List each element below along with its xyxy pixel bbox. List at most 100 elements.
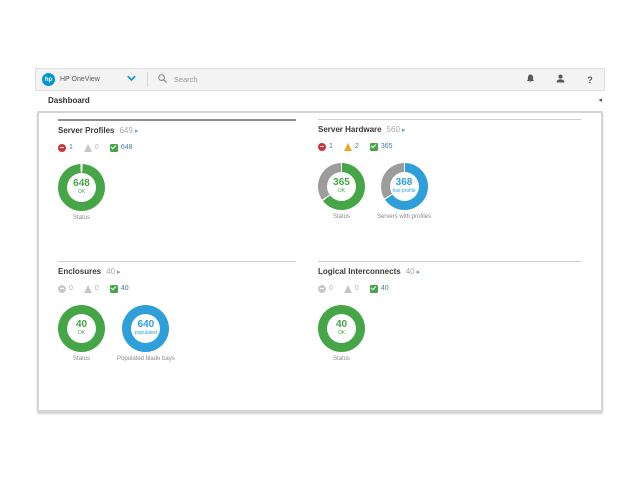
donut-center: 368 has profile bbox=[381, 163, 428, 210]
servers-with-profiles-donut[interactable]: 368 has profile bbox=[381, 163, 428, 210]
warning-count[interactable]: 0 bbox=[84, 285, 99, 293]
status-donut-block: 40 OK Status bbox=[318, 305, 365, 362]
donut-caption: Servers with profiles bbox=[377, 214, 431, 220]
dashboard-content: Server Profiles 649 ▸ 1 0 648 bbox=[37, 111, 603, 412]
donut-value: 365 bbox=[333, 178, 350, 188]
ok-count-label: 40 bbox=[121, 285, 129, 292]
search-area bbox=[157, 71, 506, 89]
panel-divider bbox=[318, 119, 581, 120]
donut-caption: Populated blade bays bbox=[117, 356, 175, 362]
ok-count[interactable]: 648 bbox=[110, 144, 133, 152]
search-input[interactable] bbox=[172, 74, 376, 85]
main-menu-button[interactable] bbox=[126, 71, 137, 89]
status-summary: 0 0 40 bbox=[58, 284, 296, 293]
ok-icon bbox=[370, 285, 378, 293]
critical-count-label: 0 bbox=[69, 285, 73, 292]
status-summary: 1 0 648 bbox=[58, 143, 296, 152]
critical-icon bbox=[318, 285, 326, 293]
collapse-panel-icon[interactable]: ◂ bbox=[598, 97, 602, 104]
panel-title: Enclosures bbox=[58, 267, 101, 276]
donut-caption: Status bbox=[333, 214, 350, 220]
panel-count: 40 bbox=[106, 267, 115, 276]
enclosures-link[interactable]: Enclosures 40 ▸ bbox=[58, 267, 296, 276]
status-summary: 1 2 365 bbox=[318, 142, 581, 151]
critical-count-label: 1 bbox=[69, 144, 73, 151]
help-icon: ? bbox=[587, 75, 593, 85]
warning-count[interactable]: 0 bbox=[344, 285, 359, 293]
donut-caption: Status bbox=[73, 215, 90, 221]
search-icon bbox=[157, 71, 168, 89]
critical-count[interactable]: 1 bbox=[318, 143, 333, 151]
populated-blade-bays-donut[interactable]: 640 populated bbox=[122, 305, 169, 352]
user-session-button[interactable] bbox=[554, 74, 566, 86]
donut-sublabel: OK bbox=[78, 189, 85, 196]
ok-count-label: 40 bbox=[381, 285, 389, 292]
critical-icon bbox=[58, 144, 66, 152]
donut-row: 40 OK Status 640 populated bbox=[58, 305, 296, 362]
ok-icon bbox=[110, 285, 118, 293]
critical-count[interactable]: 0 bbox=[58, 285, 73, 293]
panel-logical-interconnects: Logical Interconnects 40 ▸ 0 0 4 bbox=[318, 261, 581, 403]
ok-count[interactable]: 365 bbox=[370, 143, 393, 151]
warning-icon bbox=[344, 285, 352, 293]
critical-icon bbox=[58, 285, 66, 293]
warning-count[interactable]: 2 bbox=[344, 143, 359, 151]
ok-icon bbox=[110, 144, 118, 152]
status-donut[interactable]: 365 OK bbox=[318, 163, 365, 210]
topbar-divider bbox=[147, 72, 148, 87]
panel-count: 649 bbox=[119, 126, 132, 135]
user-icon bbox=[555, 71, 566, 89]
critical-icon bbox=[318, 143, 326, 151]
ok-count[interactable]: 40 bbox=[110, 285, 129, 293]
status-donut-block: 40 OK Status bbox=[58, 305, 105, 362]
donut-value: 40 bbox=[76, 320, 87, 330]
status-summary: 0 0 40 bbox=[318, 284, 581, 293]
logical-interconnects-link[interactable]: Logical Interconnects 40 ▸ bbox=[318, 267, 581, 276]
warning-count-label: 0 bbox=[95, 144, 99, 151]
donut-sublabel: OK bbox=[338, 330, 345, 337]
page-header: Dashboard ◂ bbox=[35, 91, 605, 110]
notifications-button[interactable] bbox=[524, 74, 536, 86]
help-button[interactable]: ? bbox=[584, 74, 596, 86]
ok-count-label: 365 bbox=[381, 143, 393, 150]
donut-center: 640 populated bbox=[122, 305, 169, 352]
panel-count: 560 bbox=[387, 125, 400, 134]
chevron-right-icon: ▸ bbox=[117, 268, 121, 276]
donut-row: 365 OK Status 368 has profile bbox=[318, 163, 581, 220]
chevron-right-icon: ▸ bbox=[402, 126, 406, 134]
donut-center: 648 OK bbox=[58, 164, 105, 211]
status-donut[interactable]: 648 OK bbox=[58, 164, 105, 211]
critical-count[interactable]: 1 bbox=[58, 144, 73, 152]
panel-title: Server Profiles bbox=[58, 126, 114, 135]
donut-caption: Status bbox=[333, 356, 350, 362]
donut-center: 365 OK bbox=[318, 163, 365, 210]
panel-title: Server Hardware bbox=[318, 125, 382, 134]
warning-icon bbox=[344, 143, 352, 151]
warning-count[interactable]: 0 bbox=[84, 144, 99, 152]
hp-logo-icon: hp bbox=[42, 73, 55, 86]
status-donut[interactable]: 40 OK bbox=[318, 305, 365, 352]
donut-sublabel: has profile bbox=[392, 188, 415, 195]
server-profiles-link[interactable]: Server Profiles 649 ▸ bbox=[58, 126, 296, 135]
server-hardware-link[interactable]: Server Hardware 560 ▸ bbox=[318, 125, 581, 134]
ok-icon bbox=[370, 143, 378, 151]
brand-label: HP OneView bbox=[60, 76, 100, 83]
donut-row: 40 OK Status bbox=[318, 305, 581, 362]
chevron-right-icon: ▸ bbox=[135, 127, 139, 135]
top-navigation-bar: hp HP OneView ? bbox=[35, 68, 605, 91]
panel-enclosures: Enclosures 40 ▸ 0 0 40 bbox=[58, 261, 296, 403]
status-donut-block: 648 OK Status bbox=[58, 164, 105, 221]
ok-count[interactable]: 40 bbox=[370, 285, 389, 293]
donut-row: 648 OK Status bbox=[58, 164, 296, 221]
blade-bays-donut-block: 640 populated Populated blade bays bbox=[117, 305, 175, 362]
app-window: hp HP OneView ? Dashbo bbox=[0, 0, 640, 480]
panel-divider bbox=[318, 261, 581, 262]
status-donut-block: 365 OK Status bbox=[318, 163, 365, 220]
status-donut[interactable]: 40 OK bbox=[58, 305, 105, 352]
critical-count[interactable]: 0 bbox=[318, 285, 333, 293]
panel-count: 40 bbox=[406, 267, 415, 276]
panel-server-profiles: Server Profiles 649 ▸ 1 0 648 bbox=[58, 119, 296, 261]
donut-value: 40 bbox=[336, 320, 347, 330]
panel-server-hardware: Server Hardware 560 ▸ 1 2 365 bbox=[318, 119, 581, 261]
warning-count-label: 0 bbox=[95, 285, 99, 292]
